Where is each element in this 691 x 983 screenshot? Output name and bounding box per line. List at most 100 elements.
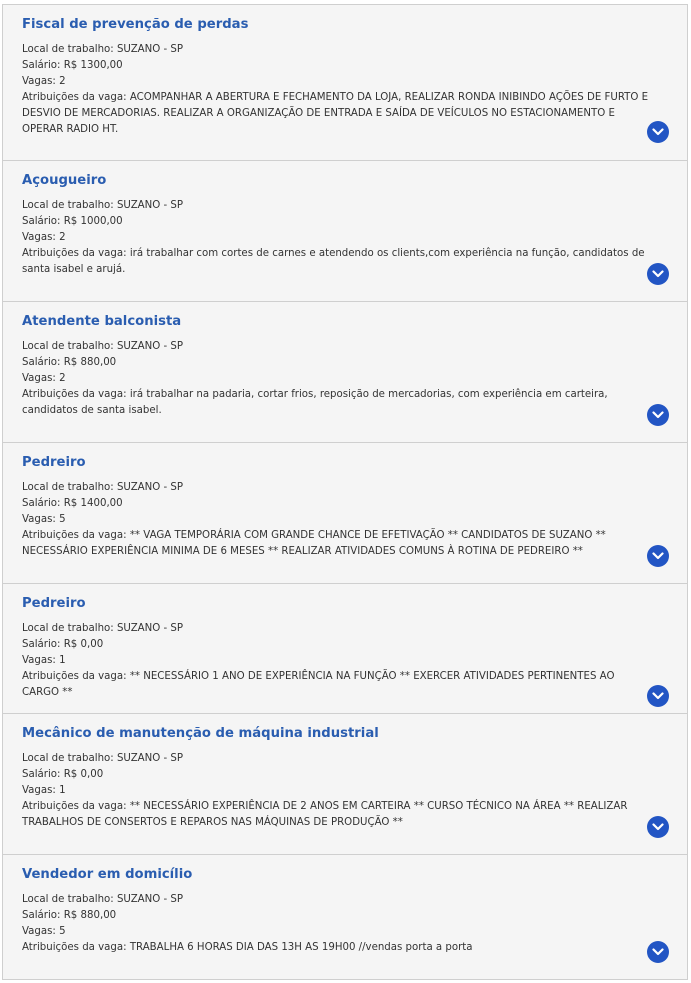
job-openings-value: 2 [59, 76, 66, 87]
job-title[interactable]: Pedreiro [22, 455, 86, 470]
job-openings: Vagas: 2 [22, 230, 66, 246]
job-card: Fiscal de prevenção de perdas Local de t… [2, 4, 688, 161]
expand-button[interactable] [647, 816, 669, 838]
job-location-value: SUZANO - SP [116, 623, 184, 634]
job-salary-value: R$ 1300,00 [63, 60, 123, 71]
job-title[interactable]: Açougueiro [22, 173, 106, 188]
job-location-label: Local de trabalho: [22, 341, 114, 352]
job-location-label: Local de trabalho: [22, 44, 114, 55]
job-openings: Vagas: 5 [22, 924, 66, 940]
job-location: Local de trabalho: SUZANO - SP [22, 892, 183, 908]
job-description-label: Atribuições da vaga: [22, 389, 127, 400]
job-salary: Salário: R$ 1400,00 [22, 496, 123, 512]
chevron-down-icon [652, 948, 664, 956]
job-title[interactable]: Fiscal de prevenção de perdas [22, 17, 248, 32]
job-salary-label: Salário: [22, 60, 61, 71]
job-openings-label: Vagas: [22, 926, 56, 937]
job-salary-label: Salário: [22, 498, 61, 509]
job-location-value: SUZANO - SP [116, 341, 184, 352]
job-openings-value: 2 [59, 232, 66, 243]
job-location: Local de trabalho: SUZANO - SP [22, 198, 183, 214]
job-openings-value: 1 [59, 655, 66, 666]
job-location-label: Local de trabalho: [22, 623, 114, 634]
job-openings-value: 5 [59, 926, 66, 937]
job-salary: Salário: R$ 1000,00 [22, 214, 123, 230]
chevron-down-icon [652, 270, 664, 278]
chevron-down-icon [652, 411, 664, 419]
job-salary: Salário: R$ 880,00 [22, 908, 116, 924]
job-openings: Vagas: 5 [22, 512, 66, 528]
expand-button[interactable] [647, 545, 669, 567]
job-salary-label: Salário: [22, 357, 61, 368]
job-salary: Salário: R$ 880,00 [22, 355, 116, 371]
job-openings-label: Vagas: [22, 514, 56, 525]
job-location-value: SUZANO - SP [116, 753, 184, 764]
job-description: Atribuições da vaga: TRABALHA 6 HORAS DI… [22, 940, 652, 956]
job-location: Local de trabalho: SUZANO - SP [22, 339, 183, 355]
job-openings: Vagas: 2 [22, 371, 66, 387]
job-salary-value: R$ 1000,00 [63, 216, 123, 227]
job-location: Local de trabalho: SUZANO - SP [22, 480, 183, 496]
job-salary-label: Salário: [22, 216, 61, 227]
job-salary-value: R$ 880,00 [63, 910, 117, 921]
chevron-down-icon [652, 552, 664, 560]
job-location: Local de trabalho: SUZANO - SP [22, 751, 183, 767]
job-description: Atribuições da vaga: ** VAGA TEMPORÁRIA … [22, 528, 652, 560]
job-location-label: Local de trabalho: [22, 482, 114, 493]
job-description-label: Atribuições da vaga: [22, 248, 127, 259]
job-title[interactable]: Vendedor em domicílio [22, 867, 192, 882]
job-location: Local de trabalho: SUZANO - SP [22, 42, 183, 58]
job-openings-label: Vagas: [22, 785, 56, 796]
job-salary-value: R$ 0,00 [63, 769, 104, 780]
job-salary-label: Salário: [22, 910, 61, 921]
job-list: Fiscal de prevenção de perdas Local de t… [0, 0, 691, 983]
job-description-text: TRABALHA 6 HORAS DIA DAS 13H AS 19H00 //… [129, 942, 473, 953]
expand-button[interactable] [647, 685, 669, 707]
job-openings-value: 2 [59, 373, 66, 384]
job-salary-label: Salário: [22, 769, 61, 780]
job-description: Atribuições da vaga: ** NECESSÁRIO EXPER… [22, 799, 652, 831]
job-card: Vendedor em domicílio Local de trabalho:… [2, 854, 688, 980]
job-openings: Vagas: 2 [22, 74, 66, 90]
job-card: Pedreiro Local de trabalho: SUZANO - SP … [2, 442, 688, 584]
expand-button[interactable] [647, 263, 669, 285]
job-openings: Vagas: 1 [22, 783, 66, 799]
job-location-value: SUZANO - SP [116, 44, 184, 55]
job-description: Atribuições da vaga: ** NECESSÁRIO 1 ANO… [22, 669, 652, 701]
job-salary-value: R$ 0,00 [63, 639, 104, 650]
job-description: Atribuições da vaga: irá trabalhar na pa… [22, 387, 652, 419]
job-location-label: Local de trabalho: [22, 894, 114, 905]
job-description-label: Atribuições da vaga: [22, 92, 127, 103]
job-title[interactable]: Mecânico de manutenção de máquina indust… [22, 726, 379, 741]
job-card: Pedreiro Local de trabalho: SUZANO - SP … [2, 583, 688, 714]
job-description-label: Atribuições da vaga: [22, 801, 127, 812]
job-description-label: Atribuições da vaga: [22, 530, 127, 541]
job-openings-label: Vagas: [22, 232, 56, 243]
job-salary-value: R$ 1400,00 [63, 498, 123, 509]
job-title[interactable]: Atendente balconista [22, 314, 181, 329]
job-card: Açougueiro Local de trabalho: SUZANO - S… [2, 160, 688, 302]
job-location-value: SUZANO - SP [116, 894, 184, 905]
job-openings-label: Vagas: [22, 373, 56, 384]
job-openings-label: Vagas: [22, 76, 56, 87]
job-title[interactable]: Pedreiro [22, 596, 86, 611]
job-openings-value: 1 [59, 785, 66, 796]
expand-button[interactable] [647, 121, 669, 143]
job-openings: Vagas: 1 [22, 653, 66, 669]
job-location: Local de trabalho: SUZANO - SP [22, 621, 183, 637]
job-location-value: SUZANO - SP [116, 200, 184, 211]
job-description: Atribuições da vaga: irá trabalhar com c… [22, 246, 652, 278]
job-card: Atendente balconista Local de trabalho: … [2, 301, 688, 443]
expand-button[interactable] [647, 941, 669, 963]
job-salary: Salário: R$ 0,00 [22, 637, 103, 653]
job-salary-label: Salário: [22, 639, 61, 650]
job-openings-value: 5 [59, 514, 66, 525]
job-salary: Salário: R$ 1300,00 [22, 58, 123, 74]
job-salary: Salário: R$ 0,00 [22, 767, 103, 783]
chevron-down-icon [652, 823, 664, 831]
job-openings-label: Vagas: [22, 655, 56, 666]
job-location-value: SUZANO - SP [116, 482, 184, 493]
job-location-label: Local de trabalho: [22, 753, 114, 764]
job-description-label: Atribuições da vaga: [22, 942, 127, 953]
expand-button[interactable] [647, 404, 669, 426]
